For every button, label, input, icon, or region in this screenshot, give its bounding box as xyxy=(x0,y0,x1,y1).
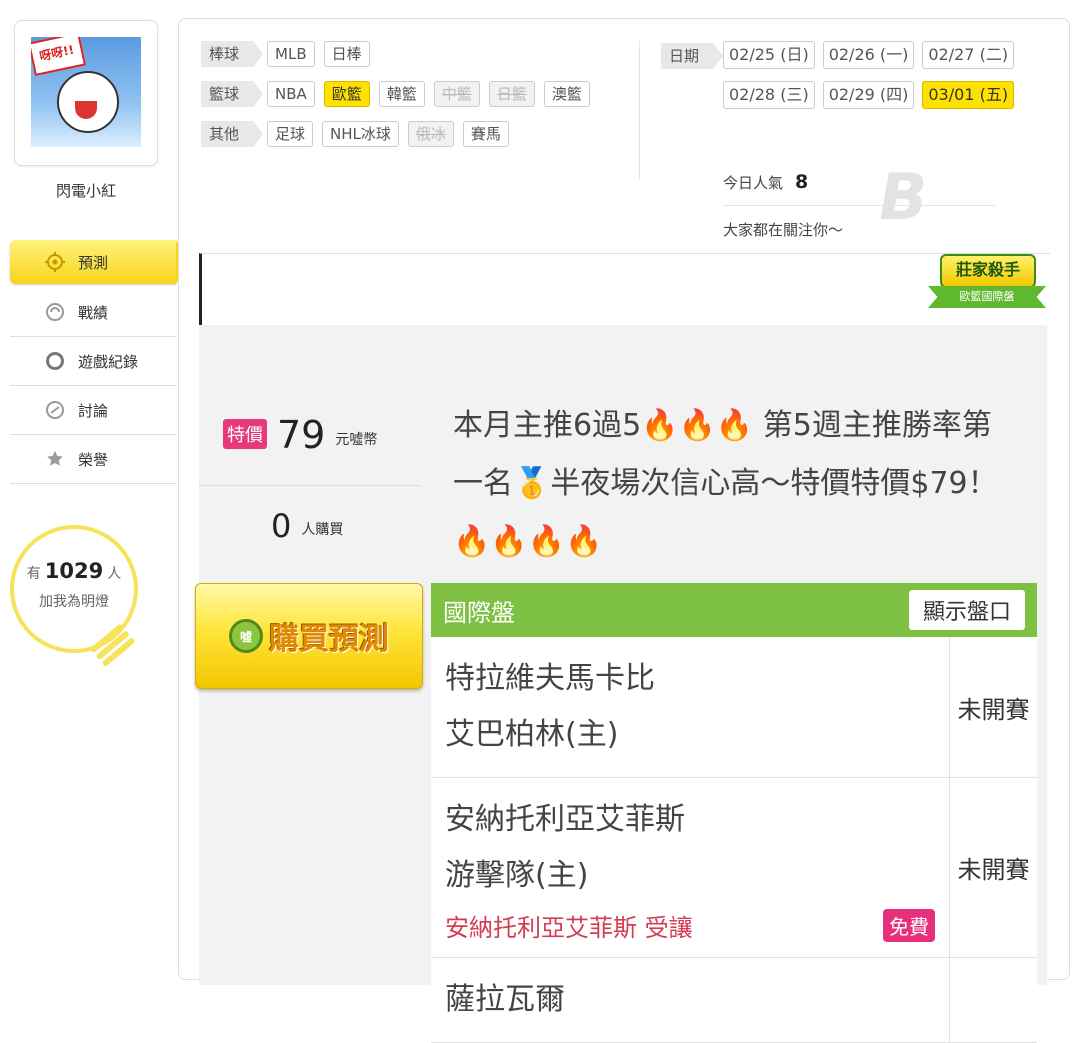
fan-count: 有 1029 人 xyxy=(14,559,134,583)
nav-item-discuss[interactable]: 討論 xyxy=(10,386,176,435)
badge-subtitle: 歐籃國際盤 xyxy=(928,286,1046,308)
nav-item-label: 榮譽 xyxy=(78,450,109,469)
fan-number: 1029 xyxy=(44,559,104,583)
chip-kbl[interactable]: 韓籃 xyxy=(378,81,425,107)
buy-prediction-label: 購買預測 xyxy=(269,622,389,657)
chip-nbl[interactable]: 澳籃 xyxy=(543,81,590,107)
market-title: 國際盤 xyxy=(443,598,515,627)
side-nav: 預測 戰績 遊戲紀錄 討論 榮譽 xyxy=(10,240,190,484)
team-away: 安納托利亞艾菲斯 xyxy=(445,802,685,837)
chip-cba: 中籃 xyxy=(433,81,480,107)
pick-text: 安納托利亞艾菲斯 受讓 xyxy=(445,914,693,942)
divider xyxy=(639,41,640,179)
nav-item-predict[interactable]: 預測 xyxy=(10,240,190,284)
buyer-unit: 人購買 xyxy=(301,522,344,538)
matchup: 安納托利亞艾菲斯 游擊隊(主) 安納托利亞艾菲斯 受讓 免費 xyxy=(431,778,950,957)
divider xyxy=(199,485,421,486)
game-status: 未開賽 xyxy=(957,695,1030,724)
record-icon xyxy=(44,301,66,323)
category-label: 棒球 xyxy=(201,41,264,67)
price-unit: 元噓幣 xyxy=(335,432,378,448)
game-status xyxy=(950,958,1037,1042)
filter-row-basketball: 籃球 NBA 歐籃 韓籃 中籃 日籃 澳籃 xyxy=(201,81,599,107)
free-tag: 免費 xyxy=(883,909,935,942)
date-picker: 02/25 (日) 02/26 (一) 02/27 (二) 02/28 (三) … xyxy=(723,41,1033,121)
chip-jp-basketball: 日籃 xyxy=(488,81,535,107)
chip-soccer[interactable]: 足球 xyxy=(267,121,314,147)
main-panel: 棒球 MLB 日棒 籃球 NBA 歐籃 韓籃 中籃 日籃 澳籃 其他 足球 NH… xyxy=(178,18,1070,1043)
fan-label: 加我為明燈 xyxy=(39,594,109,610)
date-chip[interactable]: 02/26 (一) xyxy=(822,41,915,69)
fan-suffix: 人 xyxy=(107,566,122,582)
game-table: 國際盤 顯示盤口 特拉維夫馬卡比 艾巴柏林(主) 未開賽 安納托利亞艾菲斯 游擊… xyxy=(431,583,1037,1043)
discuss-icon xyxy=(44,399,66,421)
game-status: 未開賽 xyxy=(957,856,1030,884)
popularity-label: 今日人氣 xyxy=(723,174,784,192)
predictor-banner: 莊家殺手 歐籃國際盤 xyxy=(199,253,1050,326)
table-row: 薩拉瓦爾 xyxy=(431,958,1037,1043)
date-chip[interactable]: 02/29 (四) xyxy=(822,81,915,109)
circle-icon xyxy=(44,350,66,372)
show-odds-button[interactable]: 顯示盤口 xyxy=(908,590,1025,630)
divider xyxy=(723,205,995,206)
popularity-value: 8 xyxy=(795,171,809,193)
chip-euro-basketball[interactable]: 歐籃 xyxy=(323,81,370,107)
watermark-logo: B xyxy=(871,161,934,235)
filter-row-other: 其他 足球 NHL冰球 俄冰 賽馬 xyxy=(201,121,518,147)
nav-item-label: 預測 xyxy=(78,253,109,272)
team-home: 艾巴柏林(主) xyxy=(445,717,619,752)
attention-text: 大家都在關注你～ xyxy=(723,221,844,239)
chip-khl: 俄冰 xyxy=(407,121,454,147)
buyer-count: 0 人購買 xyxy=(271,509,343,543)
filter-row-baseball: 棒球 MLB 日棒 xyxy=(201,41,379,67)
nav-item-label: 戰績 xyxy=(78,303,109,322)
date-chip[interactable]: 02/28 (三) xyxy=(723,81,815,109)
nav-item-label: 討論 xyxy=(78,401,109,420)
chip-nhl[interactable]: NHL冰球 xyxy=(322,121,399,147)
coin-icon: 噓 xyxy=(229,619,263,653)
chip-horse-racing[interactable]: 賽馬 xyxy=(462,121,509,147)
table-row: 安納托利亞艾菲斯 游擊隊(主) 安納托利亞艾菲斯 受讓 免費 未開賽 xyxy=(431,778,1037,958)
target-icon xyxy=(44,251,66,273)
nav-item-record[interactable]: 戰績 xyxy=(10,288,176,337)
date-chip[interactable]: 02/25 (日) xyxy=(723,41,815,69)
badge-title: 莊家殺手 xyxy=(940,254,1036,288)
pick-line: 安納托利亞艾菲斯 受讓 免費 xyxy=(445,908,935,943)
bookie-killer-badge: 莊家殺手 歐籃國際盤 xyxy=(928,248,1046,320)
category-label: 籃球 xyxy=(201,81,264,107)
user-name[interactable]: 閃電小紅 xyxy=(0,180,172,201)
avatar[interactable]: 呀呀!! xyxy=(31,37,141,147)
fan-prefix: 有 xyxy=(26,566,41,582)
chip-npb[interactable]: 日棒 xyxy=(323,41,370,67)
matchup: 薩拉瓦爾 xyxy=(431,958,950,1042)
prediction-content: 特價 79 元噓幣 0 人購買 噓 購買預測 本月主推6過5🔥🔥🔥 第5週主推勝… xyxy=(195,325,1047,1043)
nav-item-label: 遊戲紀錄 xyxy=(78,352,139,371)
buy-prediction-button[interactable]: 噓 購買預測 xyxy=(195,583,423,689)
fan-count-bulb[interactable]: 有 1029 人 加我為明燈 xyxy=(10,525,138,668)
promo-tag: 特價 xyxy=(223,419,267,449)
price-row: 特價 79 元噓幣 xyxy=(223,415,377,455)
bulb-icon xyxy=(88,621,144,677)
buyer-number: 0 xyxy=(271,507,292,545)
nav-item-game-log[interactable]: 遊戲紀錄 xyxy=(10,337,176,386)
table-row: 特拉維夫馬卡比 艾巴柏林(主) 未開賽 xyxy=(431,637,1037,778)
chip-mlb[interactable]: MLB xyxy=(267,41,315,67)
popularity: 今日人氣 8 xyxy=(723,171,808,193)
team-home: 游擊隊(主) xyxy=(445,858,589,893)
table-header: 國際盤 顯示盤口 xyxy=(431,583,1037,637)
price-value: 79 xyxy=(277,413,326,457)
team-away: 特拉維夫馬卡比 xyxy=(445,661,655,696)
prediction-pitch: 本月主推6過5🔥🔥🔥 第5週主推勝率第一名🥇半夜場次信心高～特價特價$79！🔥🔥… xyxy=(453,408,998,559)
category-label: 其他 xyxy=(201,121,264,147)
team-away: 薩拉瓦爾 xyxy=(445,982,565,1017)
date-chip-selected[interactable]: 03/01 (五) xyxy=(922,81,1015,109)
date-label: 日期 xyxy=(661,43,724,69)
date-chip[interactable]: 02/27 (二) xyxy=(922,41,1015,69)
avatar-caption: 呀呀!! xyxy=(31,37,86,77)
nav-item-honor[interactable]: 榮譽 xyxy=(10,435,176,484)
avatar-card[interactable]: 呀呀!! xyxy=(14,20,158,166)
chip-nba[interactable]: NBA xyxy=(267,81,315,107)
trophy-icon xyxy=(44,448,66,470)
matchup: 特拉維夫馬卡比 艾巴柏林(主) xyxy=(431,637,950,777)
